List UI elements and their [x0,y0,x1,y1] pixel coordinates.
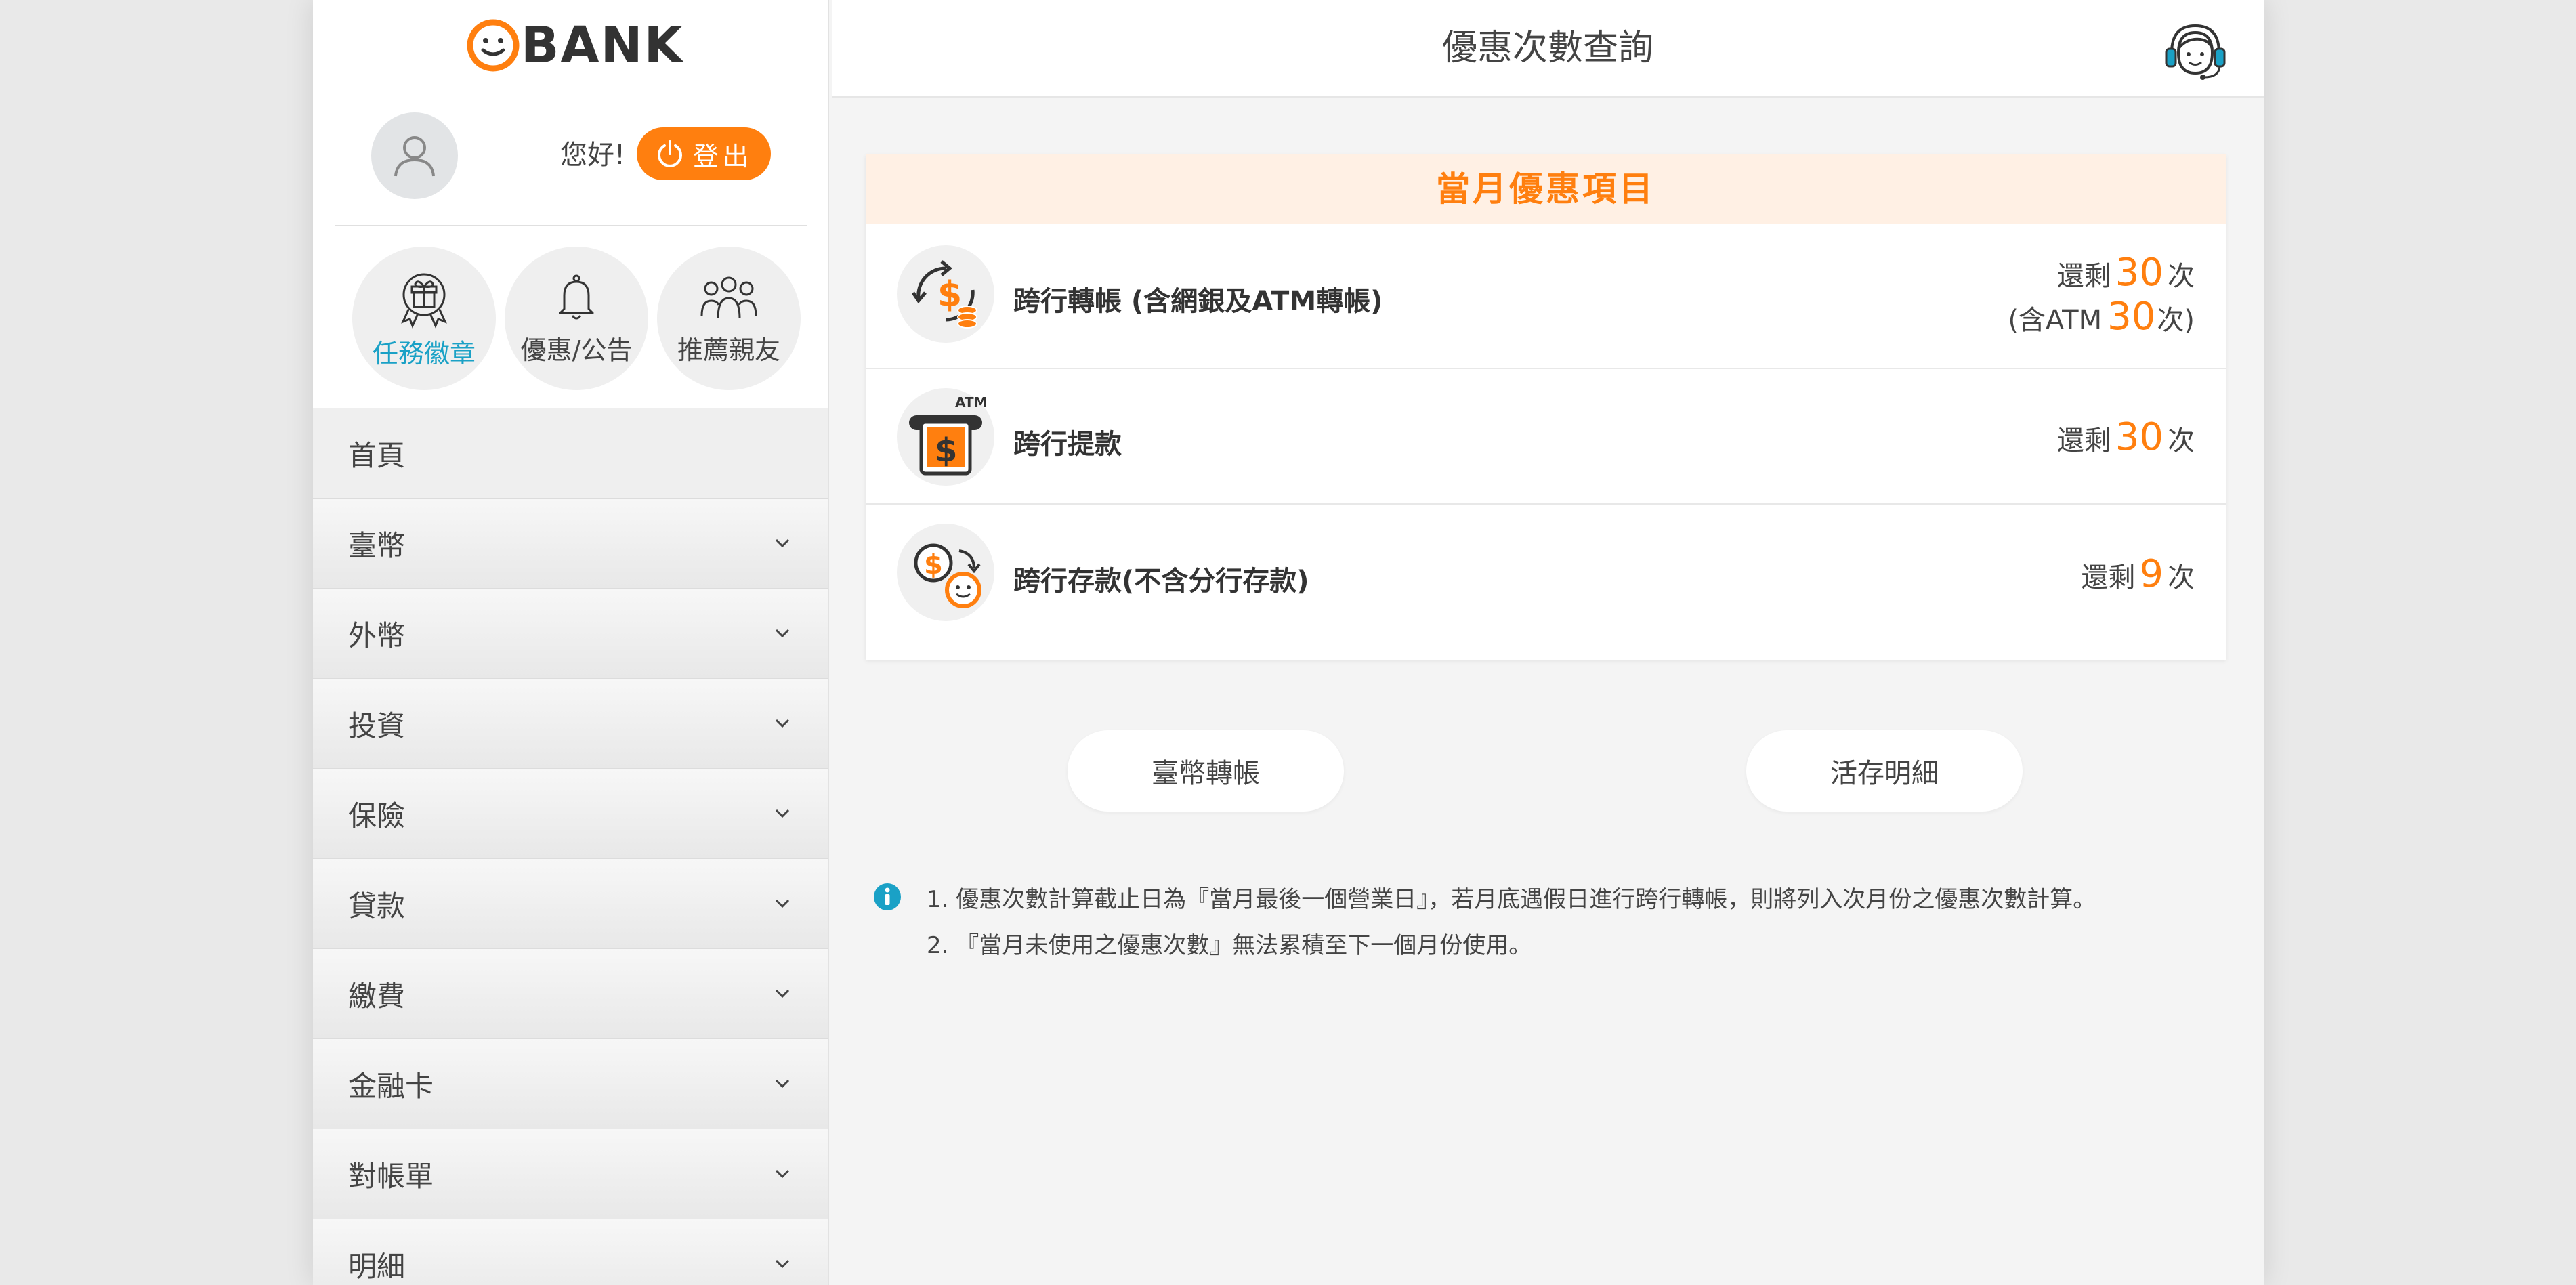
logout-button[interactable]: 登出 [637,127,771,180]
menu-item-label: 外幣 [348,618,406,652]
info-icon [874,883,901,910]
offer-label: 跨行轉帳 (含網銀及ATM轉帳) [1013,286,1383,317]
twd-transfer-button[interactable]: 臺幣轉帳 [1068,730,1344,812]
power-icon [658,140,682,167]
offer-row-interbank-transfer: $ 跨行轉帳 (含網銀及ATM轉帳) 還剩 30 次 (含ATM 30次) [866,224,2226,368]
quick-link-label: 任務徽章 [372,338,476,368]
page-header: 優惠次數查詢 [832,0,2264,98]
transfer-coin-icon-wrap: $ [897,245,994,343]
menu-item-label: 對帳單 [348,1159,434,1193]
main-content: 優惠次數查詢 當月優惠項目 $ 跨行轉帳 (含網銀及ATM轉帳) 還剩 30 次… [832,0,2264,1285]
quick-link-label: 優惠/公告 [520,335,633,365]
offer-card: 當月優惠項目 $ 跨行轉帳 (含網銀及ATM轉帳) 還剩 30 次 (含ATM … [866,154,2226,660]
offer-remaining: 還剩 9 次 [2081,552,2195,596]
remaining-suffix: 次 [2168,562,2195,593]
logo-text: BANK [521,16,684,75]
menu-item-loan[interactable]: 貸款 [313,859,828,949]
offer-row-interbank-withdrawal: ATM $ 跨行提款 還剩 30 次 [866,368,2226,505]
remaining-count: 30 [2115,251,2163,295]
menu-item-label: 保險 [348,799,406,833]
bell-icon [559,274,594,319]
chevron-down-icon [775,899,790,908]
app-frame: BANK 您好! 登出 任務徽章 優惠/公告 推薦親友 首頁 臺幣 外幣 投資 … [313,0,2264,1285]
svg-text:$: $ [924,549,943,581]
offer-label: 跨行提款 [1013,429,1122,460]
menu-item-foreign[interactable]: 外幣 [313,589,828,679]
remaining-sub-suffix: 次) [2157,305,2195,336]
menu-item-payment[interactable]: 繳費 [313,949,828,1039]
remaining-prefix: 還剩 [2056,261,2111,292]
menu-item-insurance[interactable]: 保險 [313,769,828,859]
chevron-down-icon [775,989,790,998]
smiley-logo-icon [467,19,520,72]
demand-deposit-details-button[interactable]: 活存明細 [1746,730,2023,812]
quick-link-task-badge[interactable]: 任務徽章 [352,247,496,390]
chevron-down-icon [775,1169,790,1179]
menu-item-label: 投資 [348,709,406,742]
remaining-count: 30 [2115,415,2163,459]
quick-link-offers[interactable]: 優惠/公告 [505,247,648,390]
offer-remaining: 還剩 30 次 [2057,415,2195,459]
remaining-prefix: 還剩 [2081,562,2136,593]
deposit-icon-wrap: $ [897,524,994,621]
menu-item-debit-card[interactable]: 金融卡 [313,1039,828,1129]
page-title: 優惠次數查詢 [1441,28,1653,68]
menu-item-label: 首頁 [348,438,406,472]
note-item: 2. 『當月未使用之優惠次數』無法累積至下一個月份使用。 [927,932,1532,959]
quick-link-label: 推薦親友 [677,335,780,365]
people-icon [700,276,757,318]
obank-logo[interactable]: BANK [465,15,684,76]
logout-label: 登出 [692,141,753,171]
offer-label: 跨行存款(不含分行存款) [1013,566,1309,597]
avatar[interactable] [371,112,458,199]
remaining-count: 9 [2139,552,2163,596]
badge-gift-icon [401,273,447,329]
atm-label: ATM [955,395,987,410]
greeting-text: 您好! [560,140,626,171]
remaining-sub-prefix: (含ATM [2008,305,2103,336]
menu-item-home[interactable]: 首頁 [313,408,828,499]
remaining-sub-count: 30 [2107,295,2156,339]
menu-item-label: 明細 [348,1249,406,1283]
menu-item-label: 臺幣 [348,528,406,562]
user-icon [394,136,435,177]
menu-item-twd[interactable]: 臺幣 [313,499,828,589]
coin-smiley-icon: $ [914,543,981,608]
remaining-suffix: 次 [2168,425,2195,457]
menu-item-statement[interactable]: 對帳單 [313,1129,828,1219]
menu-item-label: 貸款 [348,889,406,923]
sidebar-menu: 首頁 臺幣 外幣 投資 保險 貸款 繳費 金融卡 對帳單 明細 [313,408,828,1285]
menu-item-invest[interactable]: 投資 [313,679,828,769]
chevron-down-icon [775,719,790,728]
chevron-down-icon [775,809,790,818]
menu-item-label: 金融卡 [348,1069,434,1103]
divider [335,225,807,226]
note-item: 1. 優惠次數計算截止日為『當月最後一個營業日』，若月底遇假日進行跨行轉帳，則將… [927,886,2096,913]
svg-text:$: $ [935,431,957,469]
chevron-down-icon [775,539,790,548]
customer-service-icon[interactable] [2159,15,2231,87]
atm-icon: ATM $ [909,395,987,476]
sidebar: BANK 您好! 登出 任務徽章 優惠/公告 推薦親友 首頁 臺幣 外幣 投資 … [313,0,829,1285]
chevron-down-icon [775,629,790,638]
offer-row-interbank-deposit: $ 跨行存款(不含分行存款) 還剩 9 次 [866,503,2226,661]
remaining-suffix: 次 [2168,261,2195,292]
offer-card-title: 當月優惠項目 [866,154,2226,224]
offer-remaining: 還剩 30 次 (含ATM 30次) [2008,251,2195,339]
quick-link-refer[interactable]: 推薦親友 [657,247,801,390]
menu-item-label: 繳費 [348,979,406,1013]
menu-item-details[interactable]: 明細 [313,1219,828,1285]
atm-icon-wrap: ATM $ [897,388,994,486]
transfer-coin-icon: $ [911,260,977,329]
chevron-down-icon [775,1259,790,1269]
remaining-prefix: 還剩 [2056,425,2111,457]
chevron-down-icon [775,1079,790,1089]
